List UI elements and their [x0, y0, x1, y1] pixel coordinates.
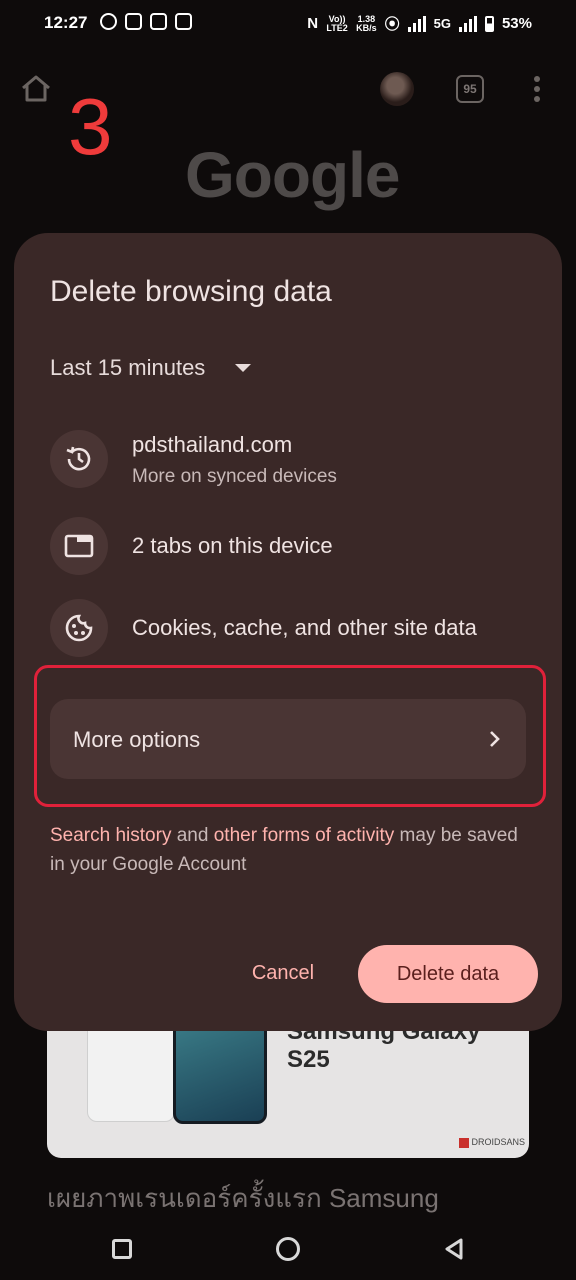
- cookies-label: Cookies, cache, and other site data: [132, 615, 477, 640]
- app-icon: [175, 13, 192, 30]
- overflow-menu-icon[interactable]: [534, 76, 540, 102]
- hotspot-icon: ⦿: [384, 16, 400, 33]
- nfc-icon: N: [307, 15, 319, 32]
- news-title[interactable]: เผยภาพเรนเดอร์ครั้งแรก Samsung: [47, 1178, 439, 1219]
- clock: 12:27: [44, 13, 88, 32]
- avatar[interactable]: [380, 72, 414, 106]
- history-subtitle: More on synced devices: [132, 466, 337, 487]
- phone-image-2: [173, 1016, 267, 1124]
- delete-data-button[interactable]: Delete data: [358, 945, 538, 1003]
- notification-icons: [100, 13, 192, 30]
- time-range-value: Last 15 minutes: [50, 355, 206, 380]
- messenger-icon: [100, 13, 117, 30]
- history-site: pdsthailand.com: [132, 432, 293, 457]
- home-icon[interactable]: [20, 74, 52, 102]
- cancel-button[interactable]: Cancel: [238, 953, 328, 993]
- more-options-label: More options: [73, 727, 201, 752]
- dropdown-arrow-icon: [235, 364, 252, 372]
- shopee-icon: [150, 13, 167, 30]
- home-button-icon[interactable]: [276, 1237, 300, 1261]
- history-item: pdsthailand.com More on synced devices: [50, 430, 337, 488]
- delete-browsing-data-dialog: Delete browsing data Last 15 minutes pds…: [14, 233, 562, 1031]
- tabs-label: 2 tabs on this device: [132, 533, 333, 558]
- back-icon[interactable]: [442, 1237, 466, 1261]
- signal-icon-2: [458, 15, 477, 32]
- volte-indicator: Vo)) LTE2: [326, 13, 348, 33]
- history-icon: [50, 430, 108, 488]
- recent-apps-icon[interactable]: [112, 1239, 132, 1259]
- google-logo: Google: [185, 139, 400, 211]
- account-notice: Search history and other forms of activi…: [50, 825, 518, 875]
- cookies-item: Cookies, cache, and other site data: [50, 599, 477, 657]
- other-activity-link[interactable]: other forms of activity: [214, 825, 395, 846]
- battery-icon: [484, 15, 494, 32]
- net-speed: 1.38 KB/s: [356, 13, 377, 33]
- system-nav-bar: [0, 1218, 576, 1280]
- chevron-right-icon: [490, 731, 500, 747]
- signal-icon: [407, 15, 426, 32]
- time-range-dropdown[interactable]: Last 15 minutes: [50, 355, 252, 381]
- search-history-link[interactable]: Search history: [50, 825, 171, 846]
- tab-icon: [50, 517, 108, 575]
- network-type: 5G: [433, 16, 451, 31]
- cookie-icon: [50, 599, 108, 657]
- system-icons: N Vo)) LTE2 1.38 KB/s ⦿ 5G 53%: [307, 13, 532, 34]
- battery-percent: 53%: [501, 15, 532, 32]
- tabs-item: 2 tabs on this device: [50, 517, 333, 575]
- status-bar: 12:27 N Vo)) LTE2 1.38 KB/s ⦿ 5G 53%: [0, 0, 576, 48]
- step-number: 3: [68, 82, 113, 171]
- instagram-icon: [125, 13, 142, 30]
- dialog-title: Delete browsing data: [50, 275, 332, 308]
- tab-switcher-button[interactable]: 95: [456, 75, 484, 103]
- source-logo: DROIDSANS: [459, 1137, 525, 1148]
- phone-image: [87, 1020, 175, 1122]
- more-options-button[interactable]: More options: [50, 699, 526, 779]
